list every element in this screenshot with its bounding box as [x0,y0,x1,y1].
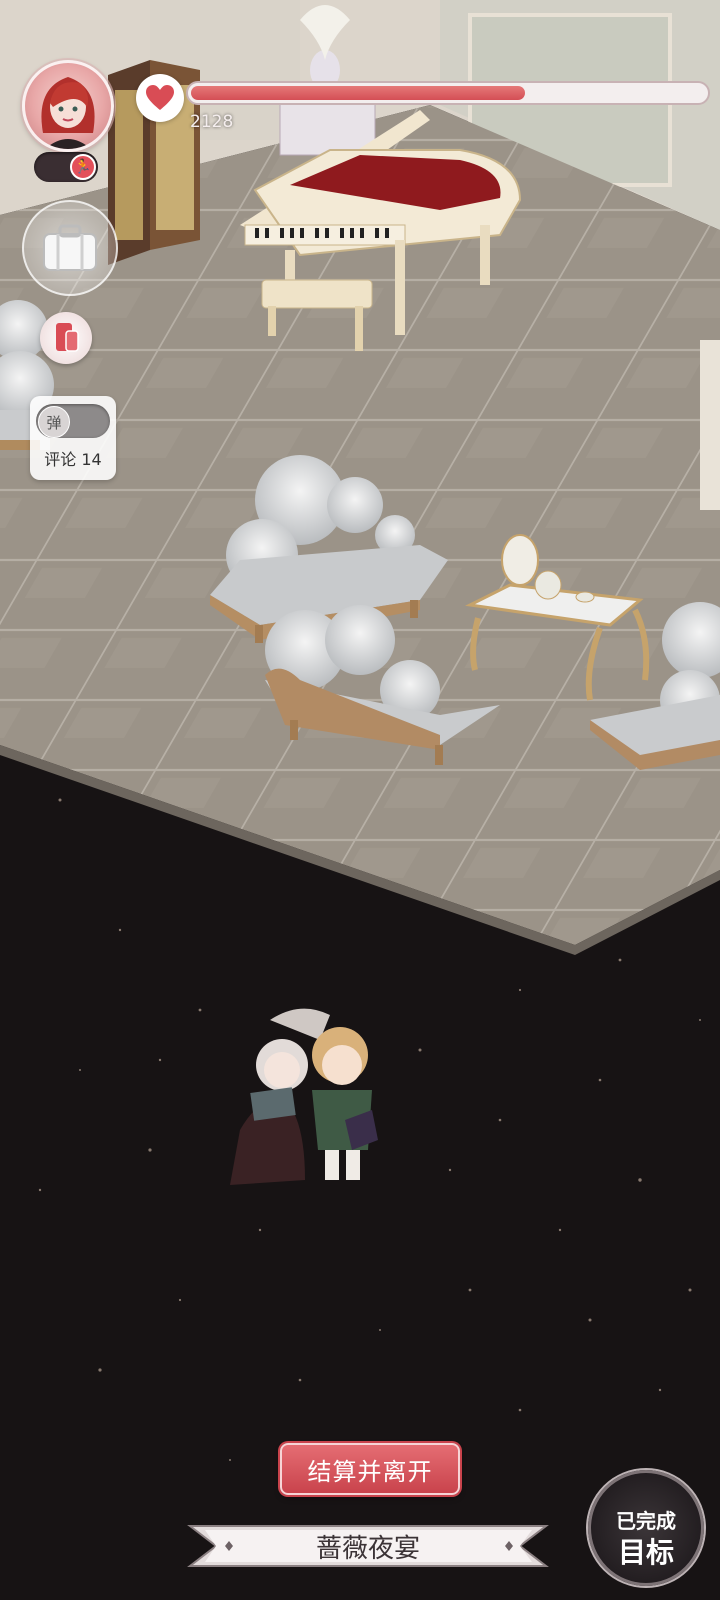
phone-button[interactable] [40,312,92,364]
affection-progress-bar [186,81,710,105]
wardrobe-button[interactable] [22,200,118,296]
phone-icon [56,323,79,352]
goal-completed-badge[interactable]: 已完成 目标 [588,1470,704,1586]
scene-title: 蔷薇夜宴 [315,1533,420,1564]
scene-title-banner: 蔷薇夜宴 [190,1521,546,1571]
comments-count-button[interactable]: 评论 14 [30,446,116,470]
heart-icon [136,74,184,122]
avatar-portrait-icon [41,77,95,149]
goal-status-label: 已完成 [616,1509,676,1533]
player-avatar[interactable] [22,60,114,152]
affection-progress-fill [191,86,525,100]
goal-label: 目标 [617,1536,674,1569]
danmu-panel: 弹 评论 14 [30,396,116,480]
suitcase-icon [43,224,97,271]
settle-and-leave-button[interactable]: 结算并离开 [280,1443,460,1495]
affection-progress-value: 2128 [190,112,234,132]
auto-run-toggle[interactable]: 🏃 [34,152,98,182]
running-man-icon: 🏃 [70,154,96,180]
danmu-toggle[interactable]: 弹 [36,404,110,438]
danmu-toggle-label: 弹 [38,406,70,438]
